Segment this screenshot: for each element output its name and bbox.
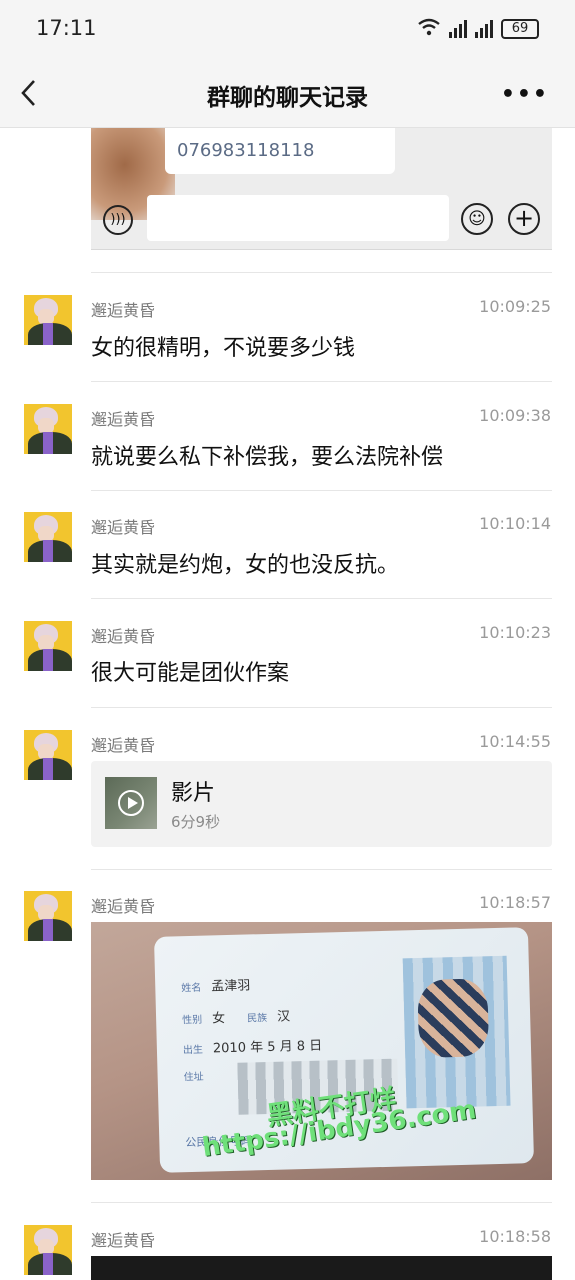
message-time: 10:09:38 bbox=[479, 406, 551, 425]
sender-name: 邂逅黄昏 bbox=[91, 410, 156, 429]
id-address-row: 住址 bbox=[183, 1071, 204, 1084]
message-time: 10:18:58 bbox=[479, 1227, 551, 1246]
message-time: 10:10:23 bbox=[479, 623, 551, 642]
battery-icon: 69 bbox=[501, 19, 539, 39]
plus-icon[interactable]: + bbox=[508, 203, 540, 235]
avatar[interactable] bbox=[24, 730, 72, 780]
more-menu-button[interactable]: ••• bbox=[501, 82, 549, 107]
sender-name: 邂逅黄昏 bbox=[91, 1231, 156, 1250]
divider bbox=[91, 490, 552, 491]
message-time: 10:09:25 bbox=[479, 297, 551, 316]
avatar[interactable] bbox=[24, 512, 72, 562]
divider bbox=[91, 707, 552, 708]
message-text: 其实就是约炮，女的也没反抗。 bbox=[91, 553, 400, 578]
avatar[interactable] bbox=[24, 621, 72, 671]
divider bbox=[91, 869, 552, 870]
status-time: 17:11 bbox=[36, 16, 97, 40]
image-message[interactable] bbox=[91, 1256, 552, 1280]
phone-number[interactable]: 076983118118 bbox=[165, 128, 395, 174]
avatar[interactable] bbox=[24, 1225, 72, 1275]
divider bbox=[91, 598, 552, 599]
emoji-icon[interactable]: ☺ bbox=[461, 203, 493, 235]
divider bbox=[91, 381, 552, 382]
forwarded-card: 076983118118 ))) ☺ + bbox=[91, 128, 552, 250]
message-text: 就说要么私下补偿我，要么法院补偿 bbox=[91, 445, 444, 470]
play-icon bbox=[118, 790, 144, 816]
pixelated-portrait bbox=[402, 955, 511, 1109]
status-bar: 17:11 69 bbox=[0, 0, 575, 60]
video-title: 影片 bbox=[171, 781, 216, 806]
message-text: 女的很精明，不说要多少钱 bbox=[91, 336, 356, 361]
sender-name: 邂逅黄昏 bbox=[91, 301, 156, 320]
signal-icon-2 bbox=[475, 20, 493, 38]
avatar[interactable] bbox=[24, 891, 72, 941]
message-time: 10:18:57 bbox=[479, 893, 551, 912]
divider bbox=[91, 1202, 552, 1203]
sender-name: 邂逅黄昏 bbox=[91, 518, 156, 537]
message-time: 10:10:14 bbox=[479, 514, 551, 533]
id-gender-row: 性别女民族汉 bbox=[182, 1009, 291, 1027]
sender-name: 邂逅黄昏 bbox=[91, 897, 156, 916]
image-message[interactable]: 姓名 孟津羽 性别女民族汉 出生 2010 年 5 月 8 日 住址 公民身份号码 … bbox=[91, 922, 552, 1180]
id-name-row: 姓名 孟津羽 bbox=[181, 978, 251, 995]
voice-icon[interactable]: ))) bbox=[103, 205, 133, 235]
wifi-icon bbox=[417, 18, 441, 40]
video-duration: 6分9秒 bbox=[171, 813, 221, 831]
message-time: 10:14:55 bbox=[479, 732, 551, 751]
video-thumbnail bbox=[105, 777, 157, 829]
divider bbox=[91, 272, 552, 273]
page-title: 群聊的聊天记录 bbox=[207, 85, 368, 111]
avatar[interactable] bbox=[24, 404, 72, 454]
signal-icon bbox=[449, 20, 467, 38]
sender-name: 邂逅黄昏 bbox=[91, 627, 156, 646]
avatar[interactable] bbox=[24, 295, 72, 345]
status-icons: 69 bbox=[417, 18, 539, 40]
video-message[interactable]: 影片 6分9秒 bbox=[91, 761, 552, 847]
sender-name: 邂逅黄昏 bbox=[91, 736, 156, 755]
message-text: 很大可能是团伙作案 bbox=[91, 661, 290, 686]
message-input[interactable] bbox=[147, 195, 449, 241]
id-birth-row: 出生 2010 年 5 月 8 日 bbox=[182, 1038, 323, 1057]
nav-bar: 群聊的聊天记录 ••• bbox=[0, 60, 575, 128]
